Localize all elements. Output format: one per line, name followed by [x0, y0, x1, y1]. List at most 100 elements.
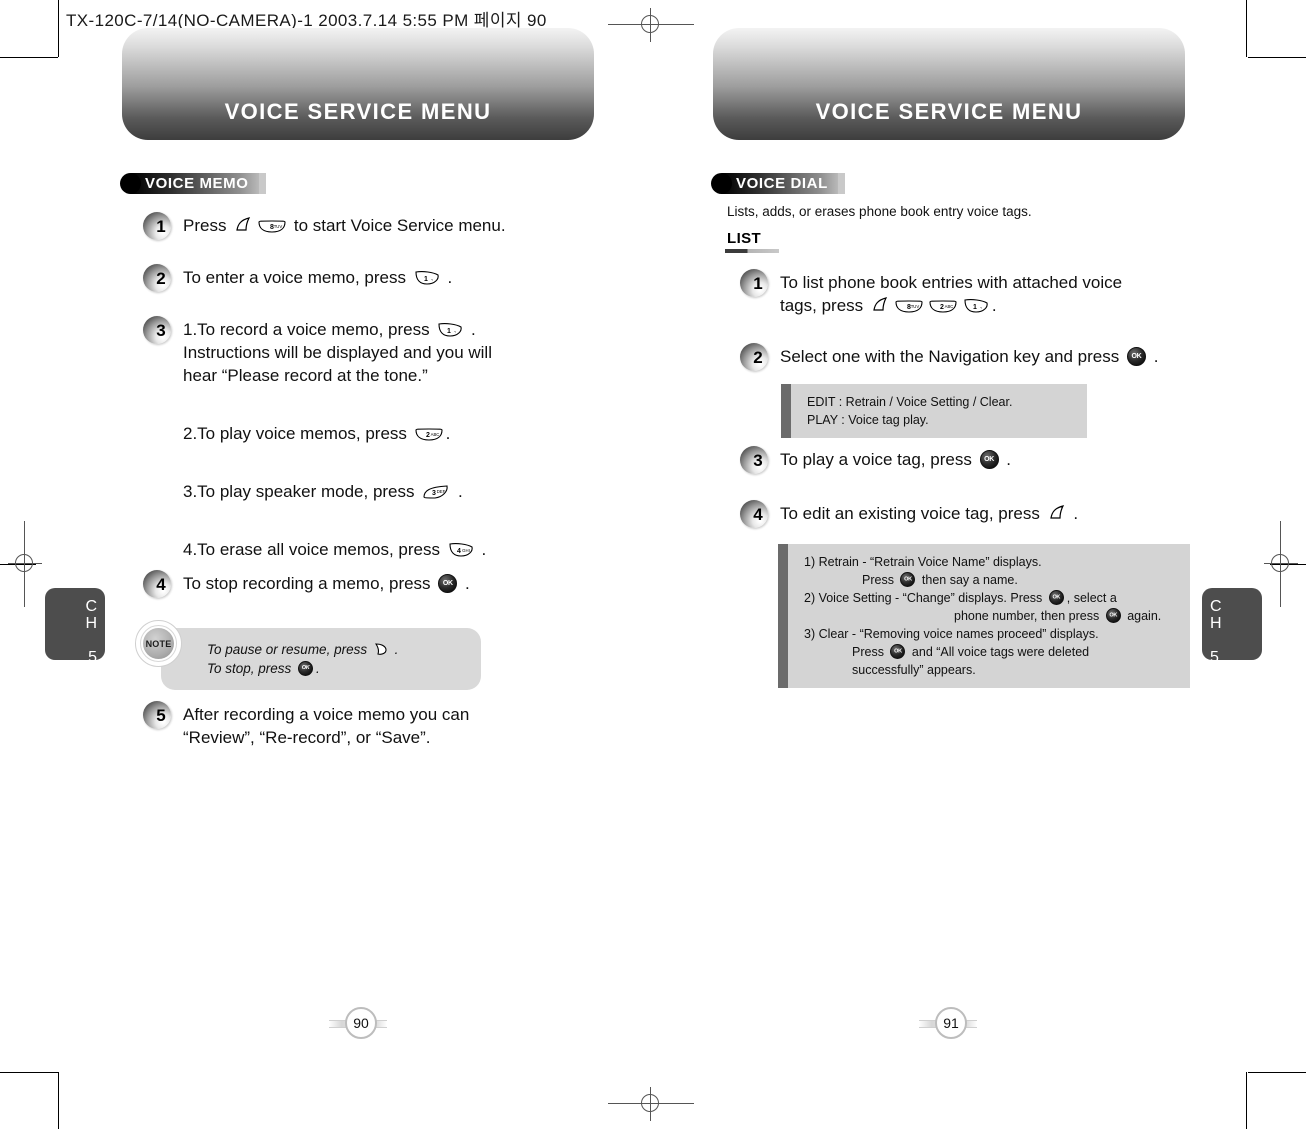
- ok-button-icon: [1105, 608, 1121, 623]
- crop-mark-bottom-right-horizontal: [1248, 1072, 1306, 1073]
- crop-mark-top-left-vertical: [58, 0, 59, 57]
- svg-text:.,: .,: [454, 328, 457, 334]
- section-badge-label: VOICE MEMO: [131, 172, 259, 194]
- left-step-5: 5 After recording a voice memo you can “…: [143, 701, 469, 749]
- ok-button-icon: [298, 661, 314, 676]
- crop-mark-bottom-left-vertical: [58, 1072, 59, 1129]
- step-text: To play a voice tag, press .: [780, 448, 1011, 471]
- side-key-icon: [373, 641, 389, 657]
- info-box-edit-play: EDIT : Retrain / Voice Setting / Clear. …: [781, 384, 1087, 438]
- menu-key-icon: [233, 216, 253, 234]
- left-step-4: 4 To stop recording a memo, press .: [143, 570, 470, 598]
- note-icon: NOTE: [135, 620, 182, 667]
- chapter-letter-c: C: [1210, 598, 1222, 615]
- chapter-letter-c: C: [85, 598, 97, 615]
- info-box-edit-options: 1) Retrain - “Retrain Voice Name” displa…: [778, 544, 1190, 688]
- info-line-play: PLAY : Voice tag play.: [807, 413, 929, 427]
- step-number-badge: 5: [143, 701, 171, 729]
- step-number-badge: 4: [143, 570, 171, 598]
- info-box-accent-bar: [781, 384, 791, 438]
- crop-mark-top-right-vertical: [1246, 0, 1247, 57]
- step-text: To list phone book entries with attached…: [780, 273, 1123, 315]
- left-page-banner: VOICE SERVICE MENU: [122, 28, 594, 140]
- step-number-badge: 3: [740, 446, 768, 474]
- step-number-badge: 4: [740, 500, 768, 528]
- note-block: To pause or resume, press . To stop, pre…: [135, 620, 481, 690]
- svg-text:GHI: GHI: [462, 548, 470, 553]
- badge-tail: [837, 172, 845, 194]
- info-line-retrain: 1) Retrain - “Retrain Voice Name” displa…: [804, 555, 1042, 569]
- section-badge-label: VOICE DIAL: [722, 172, 838, 194]
- right-step-1: 1 To list phone book entries with attach…: [740, 269, 1123, 317]
- right-page-banner: VOICE SERVICE MENU: [713, 28, 1185, 140]
- step-number-badge: 1: [740, 269, 768, 297]
- sub-heading-rule: [725, 249, 779, 253]
- svg-text:DEF: DEF: [437, 489, 446, 494]
- key-2-abc-icon: 2 ABC: [414, 427, 444, 442]
- key-3-def-icon: 3 DEF: [421, 484, 451, 500]
- step-text: Select one with the Navigation key and p…: [780, 345, 1158, 368]
- crop-mark-bottom-right-vertical: [1246, 1072, 1247, 1129]
- sub-heading-list: LIST: [727, 230, 762, 247]
- svg-text:TUV: TUV: [274, 224, 283, 229]
- step-number-badge: 2: [143, 264, 171, 292]
- info-line-clear-detail-2: successfully” appears.: [852, 663, 976, 677]
- key-2-abc-icon: 2 ABC: [928, 299, 958, 314]
- key-8-tuv-icon: 8 TUV: [894, 299, 924, 314]
- svg-text:.,: .,: [430, 276, 433, 282]
- ok-button-icon: [1126, 347, 1146, 366]
- step-text: To stop recording a memo, press .: [183, 572, 470, 595]
- registration-mark-bottom: [608, 1087, 694, 1121]
- svg-text:ABC: ABC: [944, 304, 953, 309]
- badge-dot-icon: [711, 172, 732, 194]
- chapter-number: 5: [1210, 649, 1219, 666]
- step-text: Press 8 TUV to start Voice Service menu.: [183, 216, 506, 235]
- step-number-badge: 1: [143, 212, 171, 240]
- info-line-clear: 3) Clear - “Removing voice names proceed…: [804, 627, 1099, 641]
- right-banner-title: VOICE SERVICE MENU: [815, 99, 1083, 124]
- step-number-badge: 2: [740, 343, 768, 371]
- info-box-accent-bar: [778, 544, 788, 688]
- badge-tail: [258, 172, 266, 194]
- menu-key-icon: [1047, 504, 1067, 522]
- page-number-value: 90: [345, 1007, 377, 1039]
- info-line-edit: EDIT : Retrain / Voice Setting / Clear.: [807, 395, 1013, 409]
- chapter-tab-right: C H 5: [1202, 588, 1262, 666]
- key-1-icon: 1.,: [413, 270, 441, 286]
- manual-page-spread: TX-120C-7/14(NO-CAMERA)-1 2003.7.14 5:55…: [0, 0, 1306, 1129]
- info-line-clear-detail: Press and “All voice tags were deleted: [804, 643, 1161, 661]
- crop-mark-top-left-horizontal: [0, 57, 58, 58]
- info-box-text: EDIT : Retrain / Voice Setting / Clear. …: [791, 384, 1026, 438]
- svg-text:2: 2: [426, 432, 430, 439]
- ok-button-icon: [900, 572, 916, 587]
- key-8-tuv-icon: 8 TUV: [257, 219, 287, 234]
- page-number-right: 91: [919, 1007, 977, 1041]
- menu-key-icon: [870, 296, 890, 314]
- ok-button-icon: [979, 450, 999, 469]
- svg-text:3: 3: [432, 490, 436, 497]
- ok-button-icon: [1048, 590, 1064, 605]
- key-4-ghi-icon: 4 GHI: [447, 542, 475, 558]
- info-line-retrain-detail: Press then say a name.: [804, 571, 1161, 589]
- key-1-icon: 1.,: [962, 298, 990, 314]
- svg-text:ABC: ABC: [430, 432, 439, 437]
- voice-dial-subtitle: Lists, adds, or erases phone book entry …: [727, 204, 1032, 219]
- svg-text:2: 2: [940, 304, 944, 311]
- key-1-icon: 1.,: [436, 322, 464, 338]
- crop-mark-bottom-left-horizontal: [0, 1072, 58, 1073]
- note-line-2: To stop, press .: [207, 659, 463, 678]
- right-step-3: 3 To play a voice tag, press .: [740, 446, 1011, 474]
- info-line-voice-setting-detail: phone number, then press again.: [804, 607, 1161, 625]
- chapter-letter-h: H: [85, 615, 97, 632]
- page-number-left: 90: [329, 1007, 387, 1041]
- left-banner-title: VOICE SERVICE MENU: [224, 99, 492, 124]
- step-text: To enter a voice memo, press 1., .: [183, 268, 453, 287]
- info-box-text: 1) Retrain - “Retrain Voice Name” displa…: [788, 544, 1175, 688]
- note-line-1: To pause or resume, press .: [207, 641, 399, 657]
- svg-text:4: 4: [457, 548, 461, 555]
- svg-text:.,: .,: [979, 304, 982, 310]
- registration-mark-top: [608, 8, 694, 42]
- section-badge-voice-memo: VOICE MEMO: [120, 172, 266, 194]
